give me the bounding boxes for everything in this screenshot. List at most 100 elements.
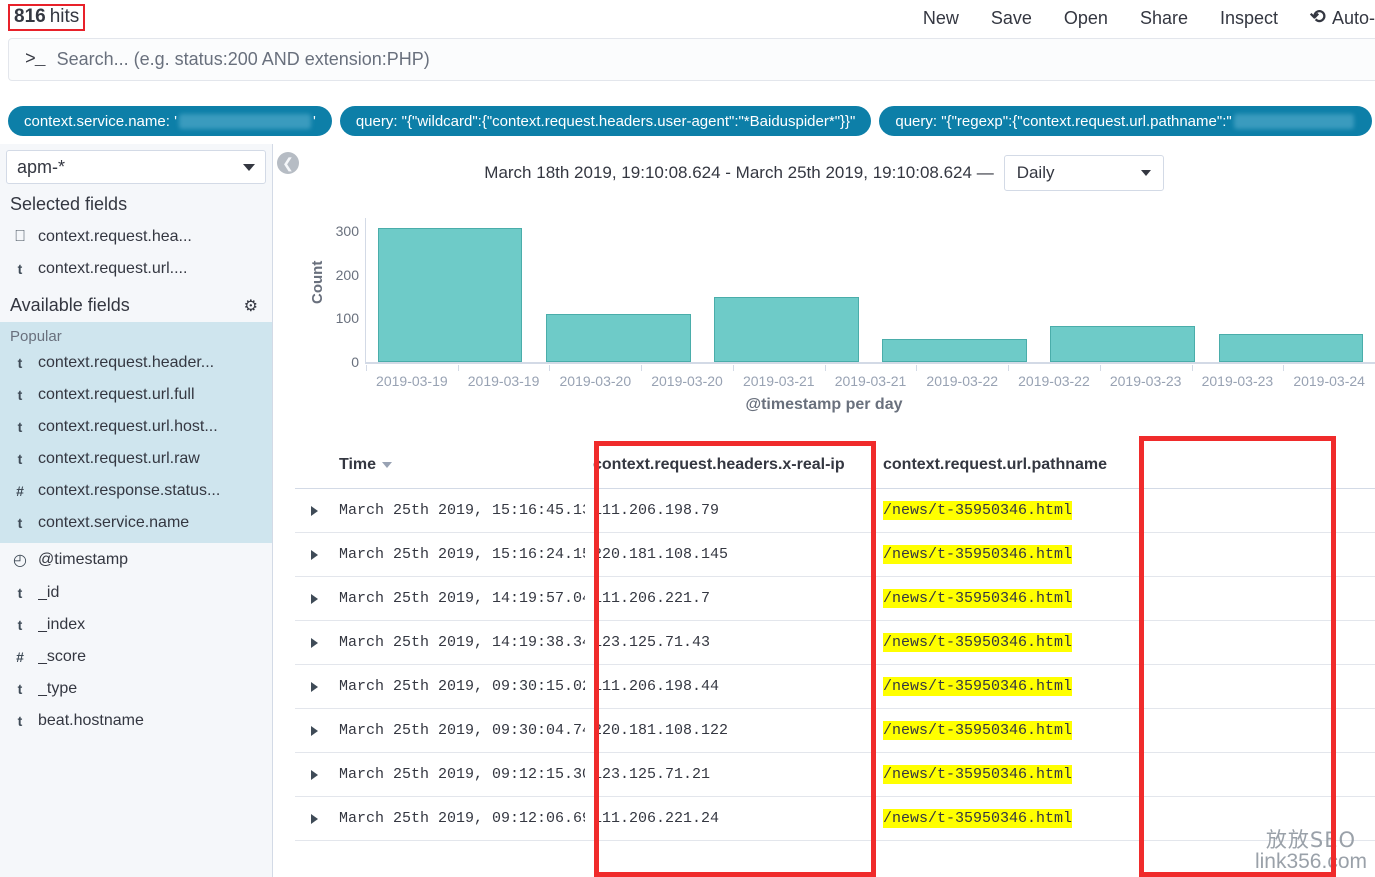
sidebar-field-context-request-url[interactable]: t context.request.url....	[0, 253, 272, 285]
highlighted-match: /news/t-35950346.html	[883, 677, 1073, 696]
histogram-bar[interactable]	[377, 228, 523, 362]
sidebar-field-context-request-url-raw[interactable]: t context.request.url.raw	[0, 443, 272, 475]
expand-row-icon[interactable]	[311, 549, 318, 560]
table-row[interactable]: March 25th 2019, 09:30:15.028 111.206.198…	[295, 664, 1375, 709]
nav-inspect[interactable]: Inspect	[1204, 0, 1294, 36]
field-label: @timestamp	[38, 551, 129, 568]
x-axis-title: @timestamp per day	[745, 396, 903, 413]
histogram-bar[interactable]	[545, 314, 691, 362]
filter-pill-wildcard-user-agent[interactable]: query: "{"wildcard":{"context.request.he…	[339, 106, 872, 136]
string-field-icon: t	[17, 355, 23, 371]
filter-bar: context.service.name: ' ' query: "{"wildc…	[0, 104, 1375, 138]
sidebar-field-index[interactable]: t _index	[0, 609, 272, 641]
documents-table: Time context.request.headers.x-real-ip c…	[295, 444, 1375, 841]
table-row[interactable]: March 25th 2019, 09:12:15.305 123.125.71.…	[295, 752, 1375, 797]
histogram-bar[interactable]	[1218, 333, 1364, 362]
expand-row-icon[interactable]	[311, 681, 318, 692]
histogram-bar[interactable]	[882, 339, 1027, 362]
nav-open[interactable]: Open	[1048, 0, 1124, 36]
table-row[interactable]: March 25th 2019, 14:19:38.344 123.125.71.…	[295, 620, 1375, 665]
sidebar-field-timestamp[interactable]: ◴ @timestamp	[0, 543, 272, 577]
table-row[interactable]: March 25th 2019, 15:16:24.153 220.181.108…	[295, 532, 1375, 577]
histogram-bar[interactable]	[714, 296, 859, 362]
filter-pill-text: query: "{"wildcard":{"context.request.he…	[355, 112, 856, 130]
expand-row-icon[interactable]	[311, 725, 318, 736]
table-row[interactable]: March 25th 2019, 14:19:57.049 111.206.221…	[295, 576, 1375, 621]
table-header-row: Time context.request.headers.x-real-ip c…	[295, 444, 1375, 489]
expand-row-icon[interactable]	[311, 505, 318, 516]
x-tick-label: 2019-03-20	[559, 373, 632, 389]
sidebar-field-score[interactable]: # _score	[0, 641, 272, 673]
expand-row-icon[interactable]	[311, 637, 318, 648]
bar-slot	[366, 218, 534, 362]
nav-save[interactable]: Save	[975, 0, 1048, 36]
cell-time-value: March 25th 2019, 09:12:15.305	[339, 766, 585, 783]
gear-icon[interactable]: ⚙	[244, 296, 258, 316]
histogram-bar[interactable]	[1050, 326, 1196, 362]
x-tick-label: 2019-03-23	[1201, 373, 1274, 389]
expand-row-icon[interactable]	[311, 813, 318, 824]
plot-area	[366, 218, 1375, 362]
index-pattern-select[interactable]: apm-*	[6, 150, 266, 184]
nav-new[interactable]: New	[907, 0, 975, 36]
table-row[interactable]: March 25th 2019, 09:30:04.745 220.181.108…	[295, 708, 1375, 753]
sidebar-field-context-request-url-full[interactable]: t context.request.url.full	[0, 379, 272, 411]
interval-select[interactable]: Daily	[1003, 155, 1164, 191]
collapse-sidebar-button[interactable]: ❮	[277, 152, 299, 174]
x-tick-mark	[824, 365, 826, 371]
column-header-label: Time	[339, 456, 377, 473]
expand-row-icon[interactable]	[311, 593, 318, 604]
table-row[interactable]: March 25th 2019, 15:16:45.130 111.206.198…	[295, 488, 1375, 533]
cell-x-real-ip: 123.125.71.21	[585, 752, 875, 797]
filter-pill-service-name[interactable]: context.service.name: ' '	[8, 106, 332, 136]
string-field-icon: t	[17, 585, 23, 601]
cell-time-value: March 25th 2019, 09:30:15.028	[339, 678, 585, 695]
expand-row-icon[interactable]	[311, 769, 318, 780]
nav-share[interactable]: Share	[1124, 0, 1204, 36]
highlighted-match: /news/t-35950346.html	[883, 501, 1073, 520]
sidebar-field-context-request-url-host[interactable]: t context.request.url.host...	[0, 411, 272, 443]
sort-descending-icon[interactable]	[382, 461, 393, 468]
filter-pill-text: context.service.name: '	[24, 112, 177, 130]
sidebar-field-context-request-header[interactable]: t context.request.header...	[0, 347, 272, 379]
auto-refresh-label: Auto-	[1331, 8, 1375, 28]
sidebar-field-beat-hostname[interactable]: t beat.hostname	[0, 705, 272, 737]
chevron-down-icon	[1140, 170, 1151, 176]
cell-time: March 25th 2019, 09:12:06.697	[295, 796, 585, 841]
bar-slot	[702, 218, 870, 362]
x-tick-mark	[916, 365, 918, 371]
number-field-icon: #	[16, 649, 24, 665]
sidebar-field-id[interactable]: t _id	[0, 577, 272, 609]
table-row[interactable]: March 25th 2019, 09:12:06.697 111.206.221…	[295, 796, 1375, 841]
field-label: context.request.url.host...	[38, 418, 218, 435]
sidebar-field-type[interactable]: t _type	[0, 673, 272, 705]
column-header-x-real-ip[interactable]: context.request.headers.x-real-ip	[585, 444, 875, 489]
bar-slot	[534, 218, 702, 362]
sidebar-field-context-request-hea[interactable]: ⎕ context.request.hea...	[0, 221, 272, 253]
x-tick-label: 2019-03-19	[376, 373, 448, 389]
redacted-value	[1233, 113, 1354, 129]
highlighted-match: /news/t-35950346.html	[883, 721, 1073, 740]
filter-pill-regexp-pathname[interactable]: query: "{"regexp":{"context.request.url.…	[879, 106, 1372, 136]
auto-refresh-button[interactable]: ⟳ Auto-	[1294, 0, 1375, 36]
query-bar[interactable]: >_ Search... (e.g. status:200 AND extens…	[8, 38, 1375, 81]
cell-url-pathname: /news/t-35950346.html	[875, 752, 1375, 797]
field-label: _index	[38, 616, 86, 633]
available-fields-header: Available fields ⚙	[0, 285, 272, 322]
column-header-url-pathname[interactable]: context.request.url.pathname	[875, 444, 1375, 489]
column-header-time[interactable]: Time	[295, 444, 585, 489]
x-tick-label: 2019-03-22	[926, 373, 999, 389]
date-field-icon: ◴	[13, 552, 27, 569]
sidebar-field-context-response-status[interactable]: # context.response.status...	[0, 475, 272, 507]
search-input[interactable]: Search... (e.g. status:200 AND extension…	[57, 49, 430, 70]
histogram-chart: Count 0 100 200 300 2019-03-19 2019-03-19 201…	[273, 202, 1375, 432]
sidebar-field-context-service-name[interactable]: t context.service.name	[0, 507, 272, 539]
bar-slot	[1207, 218, 1375, 362]
cell-time: March 25th 2019, 09:30:15.028	[295, 664, 585, 709]
popular-fields-list: Popular t context.request.header... t co…	[0, 322, 272, 543]
field-label: _id	[38, 584, 60, 601]
x-tick-label: 2019-03-19	[467, 373, 540, 389]
string-field-icon: t	[17, 387, 23, 403]
x-tick-mark	[732, 365, 734, 371]
available-fields-title: Available fields	[10, 295, 130, 315]
